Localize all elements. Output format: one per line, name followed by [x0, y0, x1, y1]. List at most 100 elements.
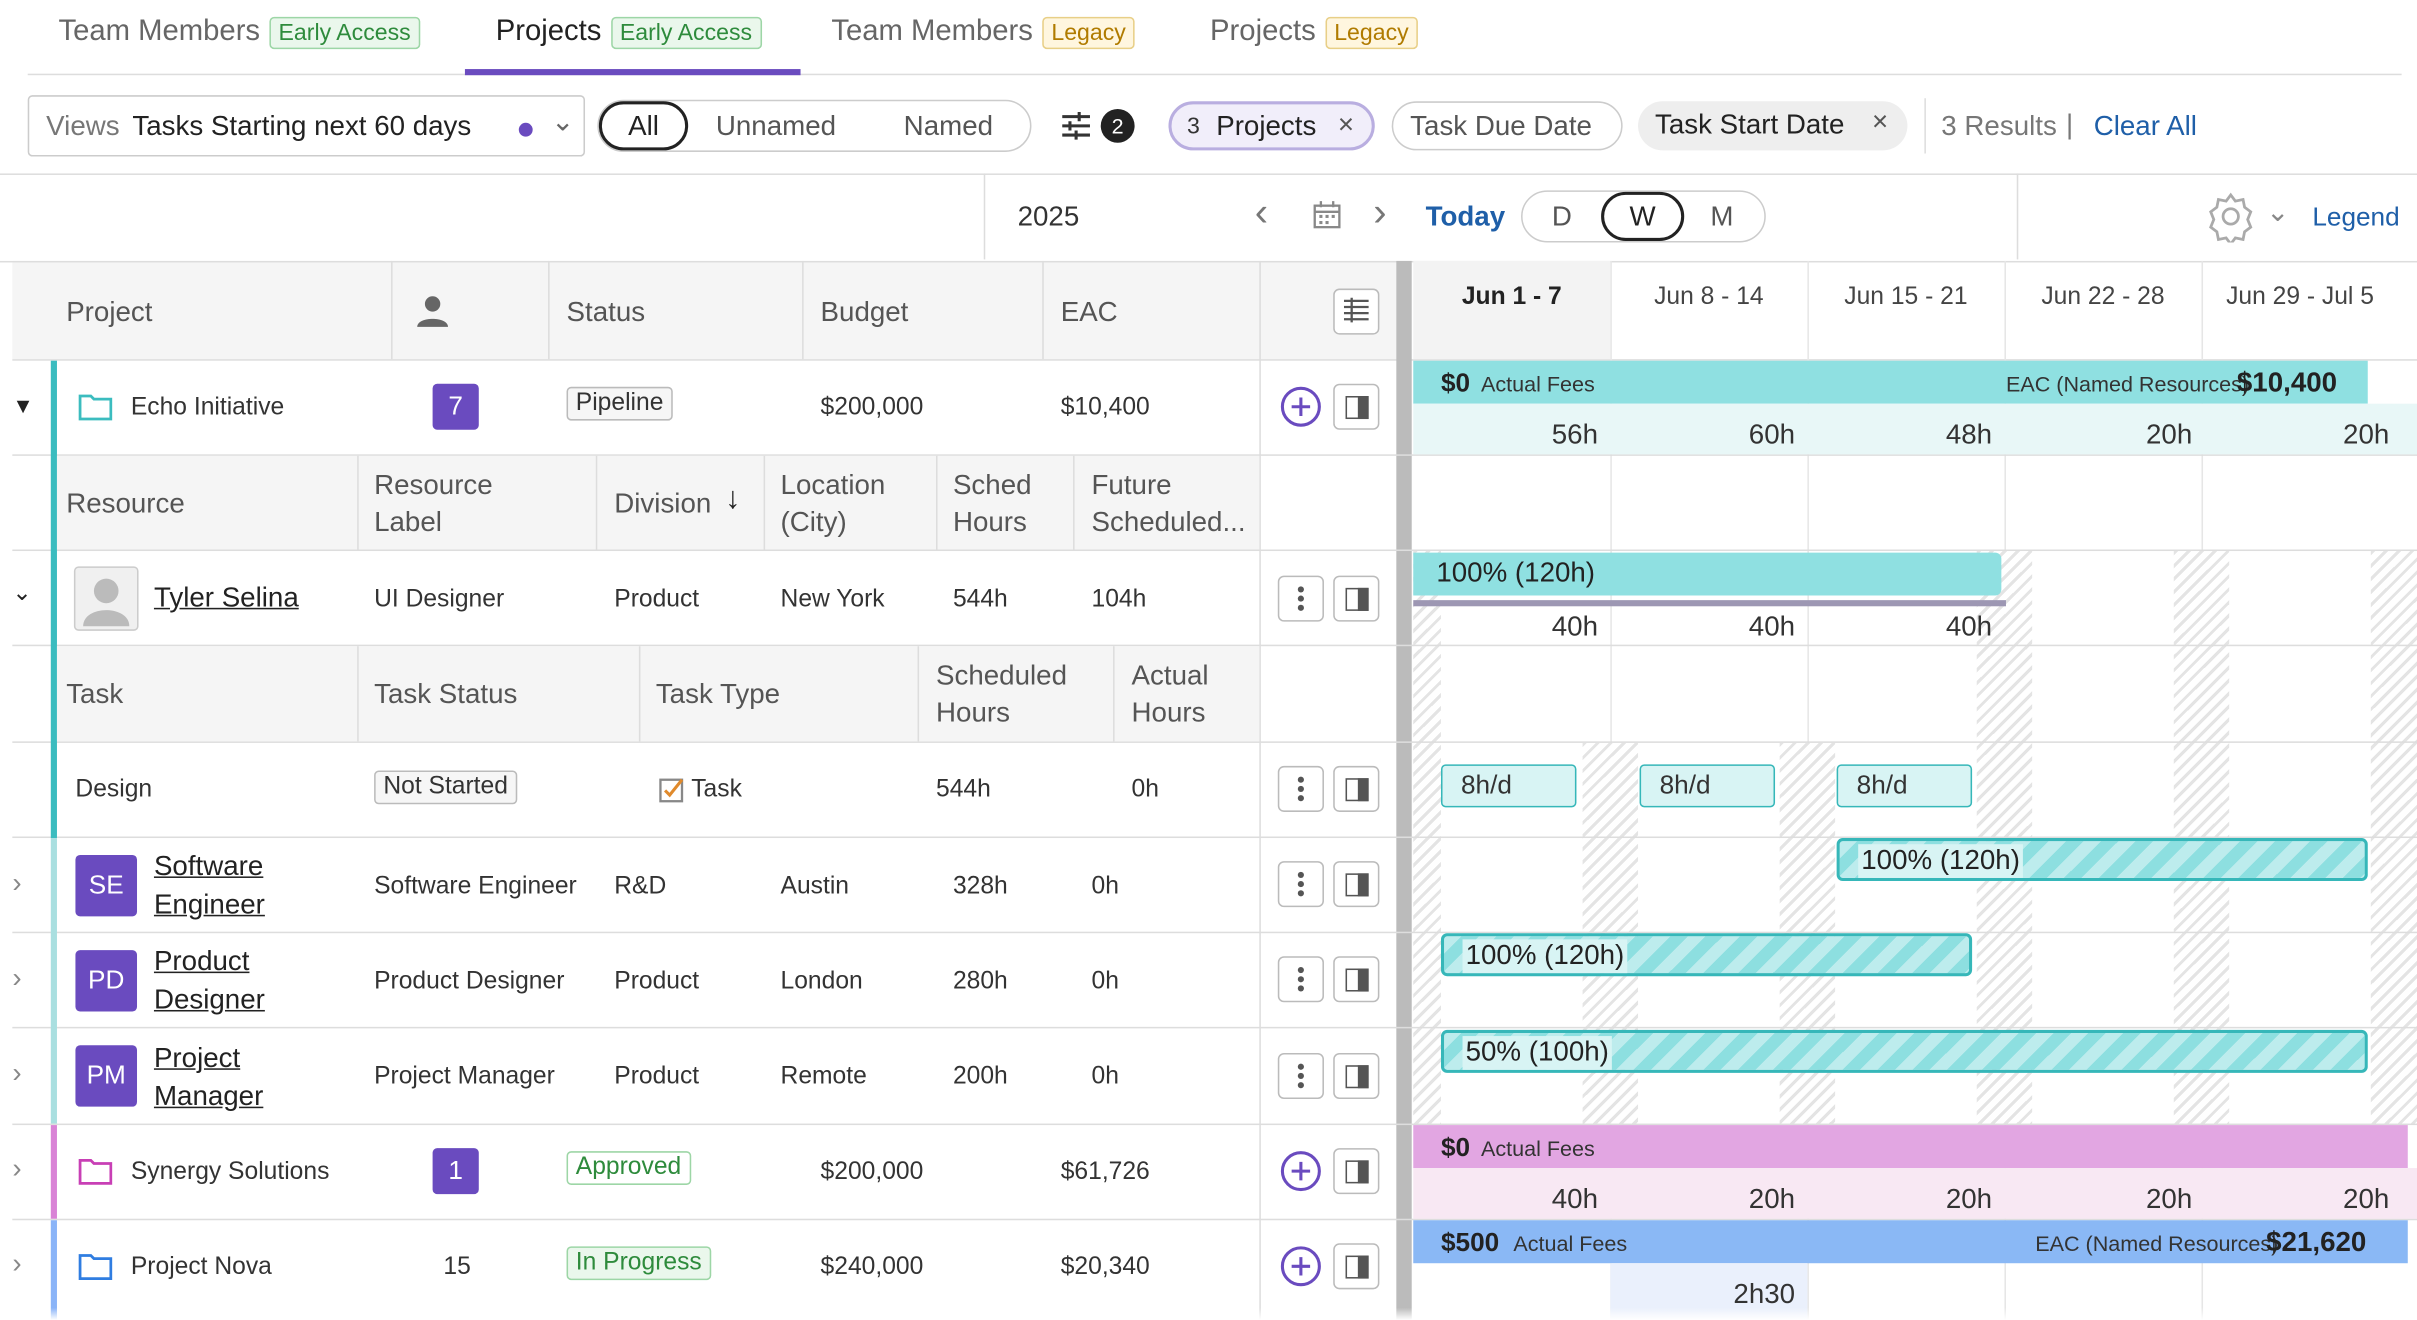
col-sched-hours[interactable]: Sched Hours [953, 467, 1061, 542]
task-actual-hours: 0h [1131, 776, 1159, 803]
side-panel-icon[interactable] [1333, 1052, 1380, 1099]
col-resource-label[interactable]: Resource Label [374, 467, 543, 542]
side-panel-icon[interactable] [1333, 575, 1380, 622]
chevron-right-icon[interactable]: › [12, 1248, 21, 1281]
tab-projects-legacy[interactable]: Projects Legacy [1210, 15, 1418, 49]
scale-month[interactable]: M [1710, 201, 1733, 234]
splitter-handle[interactable] [1396, 260, 1412, 1320]
calendar-icon[interactable] [1312, 200, 1343, 231]
arrow-down-icon[interactable]: ↓ [725, 480, 740, 517]
scale-week[interactable]: W [1601, 191, 1685, 241]
resource-name-link[interactable]: Product Designer [154, 942, 354, 1019]
close-icon[interactable]: × [1338, 109, 1354, 142]
tab-team-members-early[interactable]: Team Members Early Access [59, 15, 420, 49]
clear-all-link[interactable]: Clear All [2094, 111, 2197, 144]
chevron-left-icon[interactable]: ‹ [1255, 189, 1268, 237]
projects-filter-chip[interactable]: 3 Projects × [1168, 101, 1375, 151]
col-task-status[interactable]: Task Status [374, 675, 517, 712]
filter-sliders-icon[interactable] [1059, 109, 1093, 143]
tab-projects-early[interactable]: Projects Early Access [496, 15, 762, 49]
status-badge[interactable]: In Progress [566, 1246, 711, 1281]
side-panel-icon[interactable] [1333, 1243, 1380, 1290]
today-button[interactable]: Today [1426, 201, 1506, 234]
col-location[interactable]: Location (City) [781, 467, 935, 542]
location: Remote [780, 1063, 867, 1090]
week-hours: 20h [2343, 419, 2390, 450]
separator: | [2066, 108, 2074, 140]
chevron-down-icon[interactable]: ⌄ [12, 580, 31, 608]
daily-hours-chip[interactable]: 8h/d [1836, 764, 1973, 808]
side-panel-icon[interactable] [1333, 861, 1380, 908]
resource-name-link[interactable]: Tyler Selina [154, 579, 299, 618]
results-count: 3 Results [1941, 110, 2057, 142]
folder-icon [78, 393, 113, 421]
budget-value: $240,000 [820, 1254, 924, 1281]
collapse-caret-icon[interactable]: ▼ [12, 393, 33, 419]
col-eac[interactable]: EAC [1061, 293, 1118, 330]
gear-icon[interactable] [2205, 190, 2257, 247]
member-count[interactable]: 1 [432, 1148, 479, 1195]
task-status-badge[interactable]: Not Started [374, 770, 518, 805]
more-vertical-icon[interactable] [1277, 861, 1324, 908]
col-division[interactable]: Division [614, 485, 711, 522]
seg-unnamed[interactable]: Unnamed [716, 111, 836, 144]
filter-count-badge: 2 [1100, 108, 1135, 143]
chevron-right-icon[interactable]: › [12, 1058, 21, 1091]
more-vertical-icon[interactable] [1277, 765, 1324, 812]
legend-link[interactable]: Legend [2312, 203, 2399, 234]
chevron-down-icon[interactable]: ⌄ [2266, 196, 2289, 229]
chevron-right-icon[interactable]: › [12, 962, 21, 995]
more-vertical-icon[interactable] [1277, 1052, 1324, 1099]
col-budget[interactable]: Budget [821, 293, 909, 330]
resource-name-link[interactable]: Project Manager [154, 1039, 354, 1116]
add-circle-icon[interactable] [1279, 385, 1322, 428]
col-scheduled-hours[interactable]: Scheduled Hours [936, 657, 1105, 732]
daily-hours-chip[interactable]: 8h/d [1440, 764, 1577, 808]
chevron-right-icon[interactable]: › [1373, 189, 1386, 237]
chevron-right-icon[interactable]: › [12, 867, 21, 900]
member-count[interactable]: 7 [432, 383, 479, 430]
col-actual-hours[interactable]: Actual Hours [1132, 657, 1240, 732]
side-panel-icon[interactable] [1333, 765, 1380, 812]
views-select[interactable]: Views Tasks Starting next 60 days ⌄ [27, 95, 586, 157]
add-circle-icon[interactable] [1279, 1150, 1322, 1193]
columns-icon[interactable] [1333, 288, 1380, 335]
add-circle-icon[interactable] [1279, 1245, 1322, 1288]
seg-all[interactable]: All [598, 101, 689, 151]
task-due-date-chip[interactable]: Task Due Date [1391, 101, 1623, 151]
side-panel-icon[interactable] [1333, 956, 1380, 1003]
col-status[interactable]: Status [567, 293, 646, 330]
week-hours: 20h [2343, 1183, 2390, 1215]
col-task-type[interactable]: Task Type [656, 675, 780, 712]
more-vertical-icon[interactable] [1277, 575, 1324, 622]
sched-hours: 328h [952, 873, 1008, 900]
col-future-scheduled[interactable]: Future Scheduled... [1092, 467, 1258, 544]
col-task[interactable]: Task [66, 675, 123, 712]
week-hours: 48h [1945, 419, 1993, 450]
resource-name-link[interactable]: Software Engineer [154, 847, 354, 924]
col-resource[interactable]: Resource [66, 485, 185, 522]
project-name[interactable]: Echo Initiative [131, 393, 284, 425]
week-hours: 20h [1945, 1183, 1993, 1215]
status-badge[interactable]: Pipeline [566, 386, 673, 421]
project-name[interactable]: Project Nova [131, 1252, 272, 1284]
col-project[interactable]: Project [66, 293, 152, 330]
divider [917, 646, 920, 742]
scale-day[interactable]: D [1552, 201, 1572, 234]
tab-team-members-legacy[interactable]: Team Members Legacy [831, 15, 1136, 49]
more-vertical-icon[interactable] [1277, 956, 1324, 1003]
project-name[interactable]: Synergy Solutions [131, 1157, 330, 1189]
side-panel-icon[interactable] [1333, 1148, 1380, 1195]
table-header [12, 260, 1398, 360]
member-count[interactable]: 15 [443, 1252, 470, 1284]
task-name[interactable]: Design [75, 775, 152, 807]
avatar [73, 566, 139, 631]
chevron-right-icon[interactable]: › [12, 1153, 21, 1186]
status-badge[interactable]: Approved [566, 1151, 691, 1185]
close-icon[interactable]: × [1872, 106, 1888, 139]
daily-hours-chip[interactable]: 8h/d [1639, 764, 1776, 808]
week-hours: 20h [1748, 1183, 1796, 1215]
seg-named[interactable]: Named [904, 111, 993, 144]
side-panel-icon[interactable] [1333, 383, 1380, 430]
task-start-date-chip[interactable]: Task Start Date × [1638, 101, 1908, 151]
